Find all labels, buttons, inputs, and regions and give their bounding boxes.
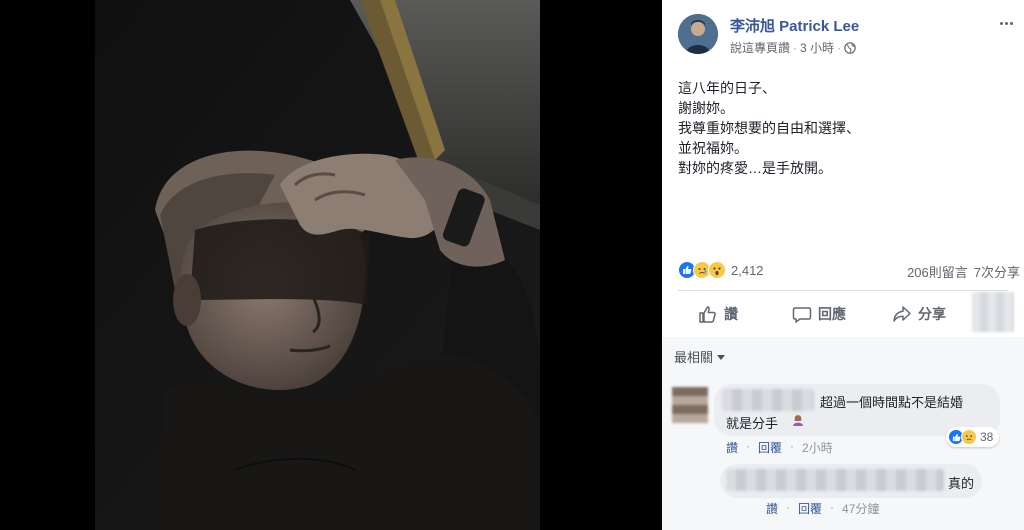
post-text-line: 這八年的日子、 xyxy=(678,80,776,96)
divider xyxy=(678,290,1008,291)
comment-reply-link[interactable]: 回覆 xyxy=(758,439,782,456)
more-icon[interactable] xyxy=(994,14,1018,32)
comment-like-link[interactable]: 讚 xyxy=(726,439,738,456)
post-meta: 說這專頁讚 · 3 小時 · xyxy=(730,39,856,56)
author-name[interactable]: 李沛旭 Patrick Lee xyxy=(730,15,859,36)
like-label: 讚 xyxy=(724,306,738,322)
meta-dot: · xyxy=(790,439,795,453)
post-header: 李沛旭 Patrick Lee 說這專頁讚 · 3 小時 · xyxy=(678,12,1018,56)
post-side-panel: 李沛旭 Patrick Lee 說這專頁讚 · 3 小時 · 這八年的日子、 謝… xyxy=(662,0,1024,530)
post-text-line: 我尊重妳想要的自由和選擇、 xyxy=(678,120,860,136)
emoji-icon xyxy=(793,414,803,426)
post-time[interactable]: 3 小時 xyxy=(800,39,834,56)
comment-reactions[interactable]: 38 xyxy=(946,427,1000,447)
post-text-line: 對妳的疼愛…是手放開。 xyxy=(678,160,832,176)
reply-time[interactable]: 47分鐘 xyxy=(842,500,879,517)
post-actions: 讚 回應 分享 xyxy=(678,292,1024,332)
avatar-image xyxy=(678,14,718,54)
meta-separator-2: · xyxy=(837,40,842,55)
photo-illustration xyxy=(95,0,540,530)
reply-meta: 讚 · 回覆 · 47分鐘 xyxy=(766,500,879,517)
share-label: 分享 xyxy=(918,306,946,322)
post-photo[interactable] xyxy=(95,0,540,530)
post-text-line: 謝謝妳。 xyxy=(678,100,734,116)
photo-viewer[interactable] xyxy=(0,0,662,530)
comments-section: 最相關 超過一個時間點不是結婚 就是分手 讚 · 回覆 · 2小時 38 真的 … xyxy=(662,337,1024,530)
post-stats: 2,412 206則留言 7次分享 xyxy=(678,259,1024,281)
meta-separator: · xyxy=(793,40,798,55)
comment-meta: 讚 · 回覆 · 2小時 xyxy=(726,439,833,456)
stat-right: 206則留言 7次分享 xyxy=(907,262,1020,281)
author-avatar[interactable] xyxy=(678,14,718,54)
meta-dot: · xyxy=(746,439,751,453)
comment-icon xyxy=(792,307,812,323)
globe-icon[interactable] xyxy=(844,41,856,54)
like-icon xyxy=(699,306,716,323)
comment-reaction-count: 38 xyxy=(980,430,994,444)
wow-reaction-icon xyxy=(708,261,726,279)
post-text-line: 並祝福妳。 xyxy=(678,140,748,156)
comment-time[interactable]: 2小時 xyxy=(802,439,833,456)
comment-text: 就是分手 xyxy=(726,416,779,431)
blurred-commenter-name[interactable] xyxy=(726,469,944,491)
sad-reaction-icon xyxy=(961,429,977,445)
comment-sort-dropdown[interactable]: 最相關 xyxy=(674,347,726,366)
post-text: 這八年的日子、 謝謝妳。 我尊重妳想要的自由和選擇、 並祝福妳。 對妳的疼愛…是… xyxy=(678,78,998,178)
comment-label: 回應 xyxy=(818,306,846,322)
caret-down-icon xyxy=(717,355,726,360)
reply-bubble: 真的 xyxy=(720,464,982,498)
blurred-commenter-name[interactable] xyxy=(722,389,814,411)
reply-reply-link[interactable]: 回覆 xyxy=(798,500,822,517)
reply-like-link[interactable]: 讚 xyxy=(766,500,778,517)
comment-count[interactable]: 206則留言 xyxy=(907,262,968,281)
meta-link[interactable]: 說這專頁讚 xyxy=(730,39,790,56)
meta-dot: · xyxy=(786,500,791,514)
comment-button[interactable]: 回應 xyxy=(792,300,846,328)
like-button[interactable]: 讚 xyxy=(698,300,738,328)
share-count[interactable]: 7次分享 xyxy=(974,262,1020,281)
sort-label: 最相關 xyxy=(674,350,714,365)
meta-dot: · xyxy=(830,500,835,514)
reaction-summary[interactable]: 2,412 xyxy=(678,261,764,279)
commenter-avatar[interactable] xyxy=(672,387,708,423)
comment-text: 超過一個時間點不是結婚 xyxy=(820,395,964,410)
blurred-avatar[interactable] xyxy=(972,292,1014,332)
reaction-count[interactable]: 2,412 xyxy=(731,263,764,278)
reply-text: 真的 xyxy=(948,476,975,491)
share-button[interactable]: 分享 xyxy=(892,300,946,328)
share-icon xyxy=(893,306,911,322)
